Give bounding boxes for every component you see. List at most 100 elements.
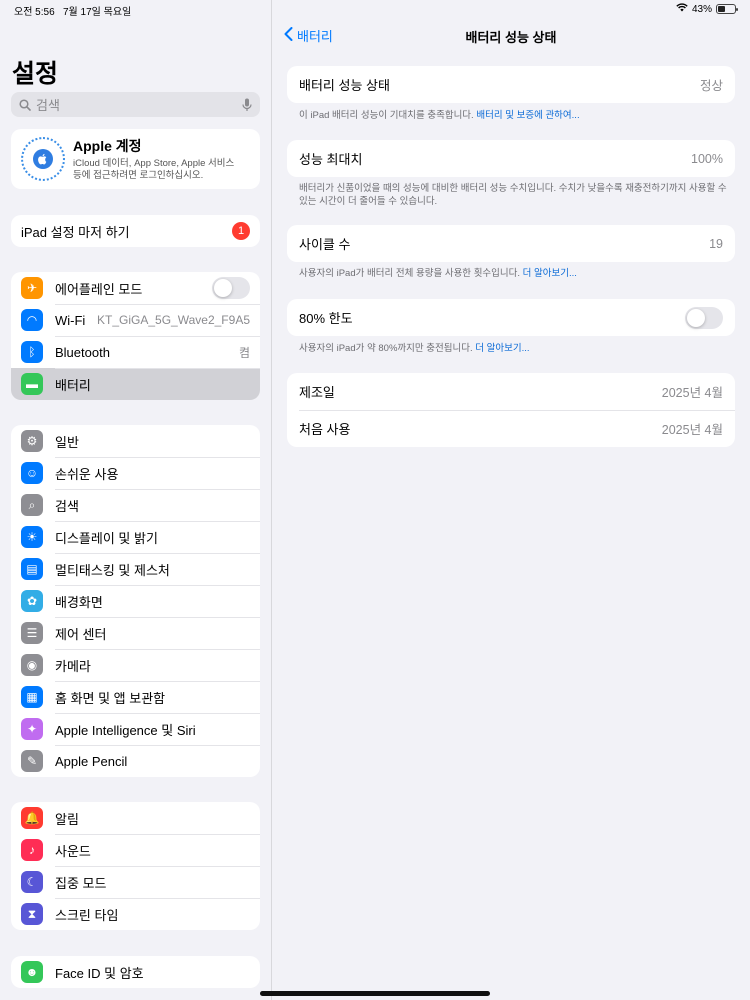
sidebar-item[interactable]: ᛒ Bluetooth 켬 bbox=[11, 336, 260, 368]
sidebar-item-label: 카메라 bbox=[55, 658, 91, 674]
battery-icon: ▬ bbox=[21, 373, 43, 395]
charge-limit-learn-more-link[interactable]: 더 알아보기... bbox=[475, 343, 529, 354]
max-capacity-label: 성능 최대치 bbox=[299, 152, 363, 167]
battery-health-value: 정상 bbox=[699, 79, 723, 93]
battery-health-row: 배터리 성능 상태 정상 bbox=[287, 66, 735, 103]
status-time-date: 오전 5:56 7월 17일 목요일 bbox=[14, 3, 131, 18]
sidebar-item-label: Wi-Fi bbox=[55, 312, 86, 328]
search-icon: ⌕ bbox=[21, 494, 43, 516]
sidebar-item[interactable]: ▤ 멀티태스킹 및 제스처 bbox=[11, 553, 260, 585]
sidebar-item-label: 알림 bbox=[55, 811, 79, 827]
security-group: ☻ Face ID 및 암호 bbox=[11, 956, 260, 988]
apple-account-desc-1: iCloud 데이터, App Store, Apple 서비스 bbox=[73, 158, 235, 169]
sidebar-item[interactable]: ✈ 에어플레인 모드 bbox=[11, 272, 260, 304]
sidebar-item-value: 켬 bbox=[238, 345, 250, 360]
sidebar-item-label: 디스플레이 및 밝기 bbox=[55, 530, 158, 546]
sidebar-item-label: 제어 센터 bbox=[55, 626, 107, 642]
sidebar-item-label: 배터리 bbox=[55, 377, 91, 393]
battery-health-footnote: 이 iPad 배터리 성능이 기대치를 충족합니다. 배터리 및 보증에 관하여… bbox=[299, 109, 729, 122]
sidebar-item-label: 손쉬운 사용 bbox=[55, 466, 119, 482]
sidebar-item-label: 에어플레인 모드 bbox=[55, 281, 143, 297]
camera-icon: ◉ bbox=[21, 654, 43, 676]
airplane-mode-toggle[interactable] bbox=[212, 277, 250, 299]
apple-account-avatar bbox=[21, 137, 65, 181]
cycle-count-foot-text: 사용자의 iPad가 배터리 전체 용량을 사용한 횟수입니다. bbox=[299, 268, 521, 279]
cycle-count-label: 사이클 수 bbox=[299, 237, 351, 252]
notifications-group: 🔔 알림 ♪ 사운드 ☾ 집중 모드 ⧗ 스크린 타임 bbox=[11, 802, 260, 930]
home-indicator[interactable] bbox=[260, 991, 490, 996]
face-id-icon: ☻ bbox=[21, 961, 43, 983]
max-capacity-footnote: 배터리가 신품이었을 때의 성능에 대비한 배터리 성능 수치입니다. 수치가 … bbox=[299, 183, 727, 207]
notification-icon: 🔔 bbox=[21, 807, 43, 829]
connectivity-group: ✈ 에어플레인 모드 ◠ Wi-Fi KT_GiGA_5G_Wave2_F9A5 ᛒ Blu… bbox=[11, 272, 260, 400]
finish-setup-label: iPad 설정 마저 하기 bbox=[21, 224, 130, 240]
manufacture-date-row: 제조일 2025년 4월 bbox=[287, 373, 735, 410]
sidebar-title: 설정 bbox=[12, 60, 59, 88]
sidebar-item[interactable]: ✎ Apple Pencil bbox=[11, 745, 260, 777]
search-input[interactable]: 검색 bbox=[11, 92, 260, 117]
sidebar-item-label: Face ID 및 암호 bbox=[55, 965, 144, 981]
sidebar-item[interactable]: ▬ 배터리 bbox=[11, 368, 260, 400]
charge-limit-toggle[interactable] bbox=[685, 306, 723, 329]
manufacture-date-value: 2025년 4월 bbox=[661, 386, 723, 400]
sidebar-item-label: 사운드 bbox=[55, 843, 91, 859]
sidebar-item-label: 스크린 타임 bbox=[55, 907, 119, 923]
sidebar-item[interactable]: ◉ 카메라 bbox=[11, 649, 260, 681]
general-group: ⚙ 일반 ☺ 손쉬운 사용 ⌕ 검색 ☀ 디스플레이 및 밝기 ▤ 멀티태스킹 및 제스처 ✿ 배경화… bbox=[11, 425, 260, 777]
sidebar-item[interactable]: ☺ 손쉬운 사용 bbox=[11, 457, 260, 489]
sidebar-item-label: 일반 bbox=[55, 434, 79, 450]
sidebar-item[interactable]: ☰ 제어 센터 bbox=[11, 617, 260, 649]
battery-dates-card: 제조일 2025년 4월 처음 사용 2025년 4월 bbox=[287, 373, 735, 447]
sidebar-item[interactable]: ▦ 홈 화면 및 앱 보관함 bbox=[11, 681, 260, 713]
battery-health-foot-text: 이 iPad 배터리 성능이 기대치를 충족합니다. bbox=[299, 110, 474, 121]
search-placeholder: 검색 bbox=[36, 98, 60, 113]
sidebar-item[interactable]: ⌕ 검색 bbox=[11, 489, 260, 521]
sidebar-item[interactable]: 🔔 알림 bbox=[11, 802, 260, 834]
max-capacity-card: 성능 최대치 100% bbox=[287, 140, 735, 177]
sidebar-item[interactable]: ♪ 사운드 bbox=[11, 834, 260, 866]
pencil-icon: ✎ bbox=[21, 750, 43, 772]
finish-setup-item[interactable]: iPad 설정 마저 하기 1 bbox=[11, 215, 260, 247]
charge-limit-footnote: 사용자의 iPad가 약 80%까지만 충전됩니다. 더 알아보기... bbox=[299, 342, 729, 355]
max-capacity-row: 성능 최대치 100% bbox=[287, 140, 735, 177]
cycle-count-footnote: 사용자의 iPad가 배터리 전체 용량을 사용한 횟수입니다. 더 알아보기.… bbox=[299, 267, 729, 280]
notification-badge: 1 bbox=[232, 222, 250, 240]
sidebar-item[interactable]: ☻ Face ID 및 암호 bbox=[11, 956, 260, 988]
sidebar-item-label: 배경화면 bbox=[55, 594, 103, 610]
moon-icon: ☾ bbox=[21, 871, 43, 893]
status-indicators: 43% bbox=[676, 3, 738, 15]
sidebar-item-label: 집중 모드 bbox=[55, 875, 107, 891]
first-use-row: 처음 사용 2025년 4월 bbox=[287, 410, 735, 447]
control-center-icon: ☰ bbox=[21, 622, 43, 644]
apple-account-card[interactable]: Apple 계정 iCloud 데이터, App Store, Apple 서비… bbox=[11, 129, 260, 189]
gear-icon: ⚙ bbox=[21, 430, 43, 452]
charge-limit-row: 80% 한도 bbox=[287, 299, 735, 336]
sidebar-item[interactable]: ✿ 배경화면 bbox=[11, 585, 260, 617]
cycle-count-card: 사이클 수 19 bbox=[287, 225, 735, 262]
battery-status-icon bbox=[716, 4, 738, 14]
status-bar: 오전 5:56 7월 17일 목요일 43% bbox=[0, 0, 750, 18]
cycle-count-value: 19 bbox=[709, 236, 723, 251]
sidebar-item[interactable]: ✦ Apple Intelligence 및 Siri bbox=[11, 713, 260, 745]
wifi-status-icon bbox=[676, 3, 688, 15]
multitasking-icon: ▤ bbox=[21, 558, 43, 580]
sidebar-item[interactable]: ◠ Wi-Fi KT_GiGA_5G_Wave2_F9A5 bbox=[11, 304, 260, 336]
sidebar-item[interactable]: ☀ 디스플레이 및 밝기 bbox=[11, 521, 260, 553]
battery-percent: 43% bbox=[691, 3, 712, 15]
cycle-learn-more-link[interactable]: 더 알아보기... bbox=[523, 268, 577, 279]
battery-warranty-link[interactable]: 배터리 및 보증에 관하여... bbox=[476, 110, 579, 121]
sidebar-item[interactable]: ⧗ 스크린 타임 bbox=[11, 898, 260, 930]
settings-sidebar: 설정 검색 Apple 계정 iCloud 데이터, App Store, Ap… bbox=[0, 0, 272, 1000]
manufacture-date-label: 제조일 bbox=[299, 385, 335, 400]
setup-group: iPad 설정 마저 하기 1 bbox=[11, 215, 260, 247]
sidebar-item[interactable]: ☾ 집중 모드 bbox=[11, 866, 260, 898]
search-icon bbox=[19, 98, 31, 111]
airplane-icon: ✈ bbox=[21, 277, 43, 299]
apple-account-desc-2: 등에 접근하려면 로그인하십시오. bbox=[73, 170, 204, 181]
sound-icon: ♪ bbox=[21, 839, 43, 861]
siri-icon: ✦ bbox=[21, 718, 43, 740]
charge-limit-foot-text: 사용자의 iPad가 약 80%까지만 충전됩니다. bbox=[299, 343, 473, 354]
charge-limit-card: 80% 한도 bbox=[287, 299, 735, 336]
sidebar-item[interactable]: ⚙ 일반 bbox=[11, 425, 260, 457]
microphone-icon[interactable] bbox=[242, 98, 252, 112]
